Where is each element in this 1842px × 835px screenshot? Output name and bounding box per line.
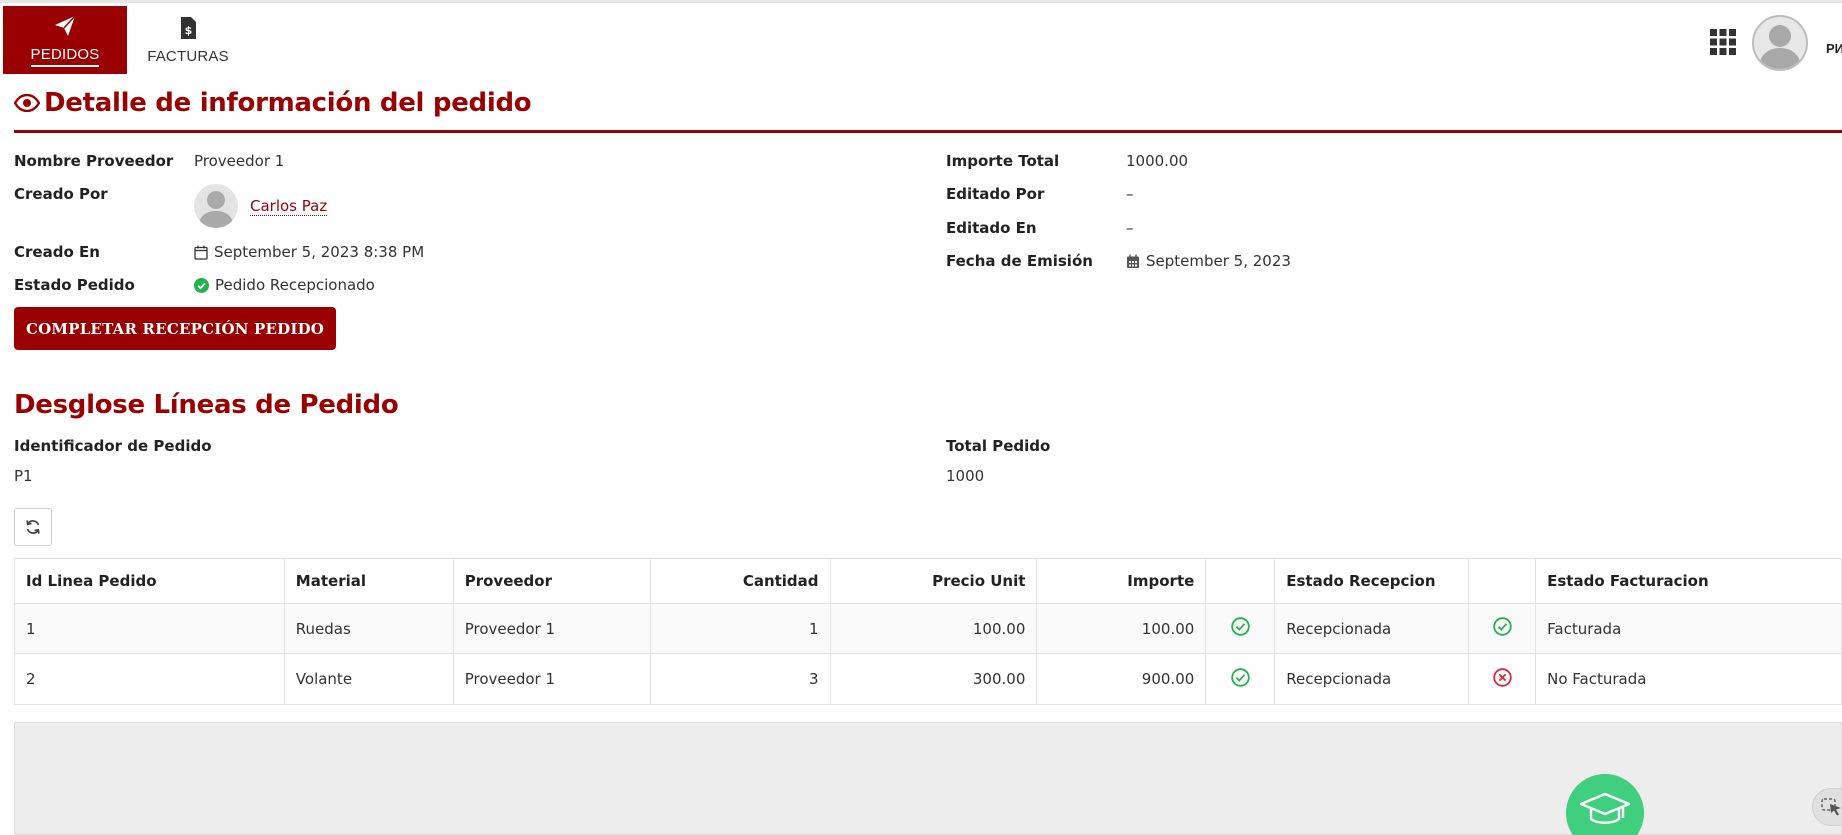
column-header[interactable]: Estado Recepcion <box>1274 558 1470 604</box>
refresh-button[interactable] <box>14 508 52 546</box>
column-header[interactable]: Proveedor <box>452 558 651 604</box>
column-header <box>1205 558 1276 604</box>
fecha-emision-label: Fecha de Emisión <box>946 252 1093 270</box>
cell-proveedor: Proveedor 1 <box>452 653 651 705</box>
nav-item-facturas[interactable]: $ FACTURAS <box>140 6 236 74</box>
cell-recepcion-icon <box>1205 653 1276 705</box>
editado-por-label: Editado Por <box>946 185 1045 203</box>
fecha-emision-value: September 5, 2023 <box>1126 252 1291 270</box>
editado-en-value: – <box>1126 219 1134 237</box>
editado-en-label: Editado En <box>946 219 1037 237</box>
creado-por-label: Creado Por <box>14 185 108 203</box>
table-row[interactable]: 2 Volante Proveedor 1 3 300.00 900.00 Re… <box>14 653 1842 705</box>
editado-por-value: – <box>1126 185 1134 203</box>
column-header[interactable]: Material <box>283 558 454 604</box>
column-header[interactable]: Cantidad <box>649 558 831 604</box>
user-name-short[interactable]: РИ <box>1826 41 1842 56</box>
nav-item-pedidos[interactable]: PEDIDOS <box>3 6 127 74</box>
cell-precio: 300.00 <box>829 653 1038 705</box>
cell-material: Ruedas <box>283 603 454 654</box>
check-circle-icon <box>194 277 209 293</box>
page-title: Detalle de información del pedido <box>14 88 532 118</box>
paper-plane-icon <box>55 14 76 36</box>
estado-pedido-label: Estado Pedido <box>14 276 135 294</box>
creado-en-label: Creado En <box>14 243 100 261</box>
cell-facturacion-icon <box>1468 653 1537 705</box>
column-header[interactable]: Importe <box>1036 558 1207 604</box>
creator-link[interactable]: Carlos Paz <box>250 197 328 216</box>
creator-avatar <box>194 184 238 228</box>
column-header <box>1468 558 1537 604</box>
cell-importe: 100.00 <box>1036 603 1207 654</box>
creado-en-value: September 5, 2023 8:38 PM <box>194 243 424 261</box>
table-header-row: Id Linea Pedido Material Proveedor Canti… <box>14 558 1842 604</box>
order-lines-table: Id Linea Pedido Material Proveedor Canti… <box>14 558 1842 705</box>
cell-cantidad: 1 <box>649 603 831 654</box>
section-title: Desglose Líneas de Pedido <box>14 390 399 420</box>
cell-cantidad: 3 <box>649 653 831 705</box>
page-title-text: Detalle de información del pedido <box>44 88 532 118</box>
cell-recepcion-icon <box>1205 603 1276 654</box>
check-circle-icon <box>1231 617 1250 636</box>
cell-estado-facturacion: No Facturada <box>1535 653 1842 705</box>
total-pedido-value: 1000 <box>946 467 985 485</box>
proveedor-label: Nombre Proveedor <box>14 152 174 170</box>
apps-grid-icon[interactable] <box>1710 29 1736 55</box>
table-row[interactable]: 1 Ruedas Proveedor 1 1 100.00 100.00 Rec… <box>14 603 1842 654</box>
user-silhouette-icon <box>1758 25 1802 69</box>
title-divider <box>14 130 1842 133</box>
nav-item-label: PEDIDOS <box>30 46 100 67</box>
invoice-icon: $ <box>181 16 196 39</box>
user-avatar[interactable] <box>1752 15 1808 71</box>
calendar-icon <box>194 245 208 260</box>
eye-icon <box>14 94 40 112</box>
column-header[interactable]: Precio Unit <box>829 558 1038 604</box>
total-pedido-label: Total Pedido <box>946 437 1051 455</box>
column-header[interactable]: Id Linea Pedido <box>14 558 285 604</box>
nav-item-label: FACTURAS <box>147 47 229 65</box>
cell-material: Volante <box>283 653 454 705</box>
identificador-value: P1 <box>14 467 33 485</box>
identificador-label: Identificador de Pedido <box>14 437 212 455</box>
fecha-emision-text: September 5, 2023 <box>1146 252 1291 270</box>
cell-importe: 900.00 <box>1036 653 1207 705</box>
graduation-cap-icon <box>1579 792 1631 824</box>
user-silhouette-icon <box>198 191 234 228</box>
cell-estado-recepcion: Recepcionada <box>1274 653 1470 705</box>
cell-precio: 100.00 <box>829 603 1038 654</box>
cell-estado-recepcion: Recepcionada <box>1274 603 1470 654</box>
x-circle-icon <box>1492 667 1512 687</box>
estado-pedido-value: Pedido Recepcionado <box>194 276 375 294</box>
refresh-icon <box>26 520 40 534</box>
cell-id: 1 <box>14 603 285 654</box>
svg-text:$: $ <box>185 24 193 37</box>
cursor-select-button[interactable] <box>1812 788 1842 826</box>
calendar-icon <box>1127 254 1139 268</box>
top-navigation: PEDIDOS $ FACTURAS РИ <box>0 0 1842 74</box>
check-circle-icon <box>1492 617 1512 636</box>
importe-total-label: Importe Total <box>946 152 1060 170</box>
creado-por-value: Carlos Paz <box>194 184 328 228</box>
proveedor-value: Proveedor 1 <box>194 152 285 170</box>
estado-pedido-text: Pedido Recepcionado <box>215 276 375 294</box>
cell-id: 2 <box>14 653 285 705</box>
cell-estado-facturacion: Facturada <box>1535 603 1842 654</box>
check-circle-icon <box>1231 667 1250 687</box>
column-header[interactable]: Estado Facturacion <box>1535 558 1842 604</box>
cursor-select-icon <box>1821 798 1841 816</box>
cell-proveedor: Proveedor 1 <box>452 603 651 654</box>
cell-facturacion-icon <box>1468 603 1537 654</box>
completar-recepcion-button[interactable]: COMPLETAR RECEPCIÓN PEDIDO <box>14 307 337 350</box>
creado-en-text: September 5, 2023 8:38 PM <box>214 243 425 261</box>
importe-total-value: 1000.00 <box>1126 152 1189 170</box>
